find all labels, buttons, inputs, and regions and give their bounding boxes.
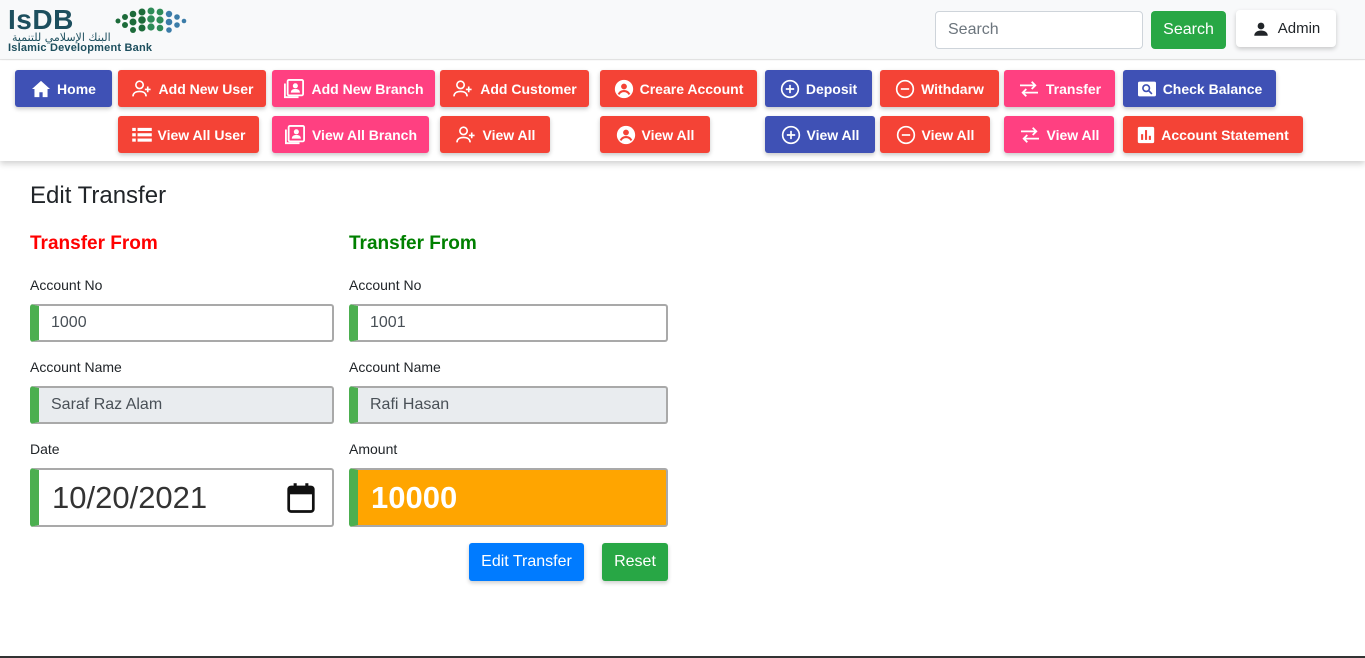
add-circle-icon [780,79,799,98]
admin-label: Admin [1277,20,1321,37]
transfer-to-heading: Transfer From [349,233,477,254]
bar-chart-icon [1138,126,1155,143]
view-all-deposit-button[interactable]: View All [765,116,875,153]
view-all-branch-button[interactable]: View All Branch [272,116,429,153]
add-new-user-button[interactable]: Add New User [118,70,266,107]
deposit-label: Deposit [805,80,858,97]
date-label: Date [30,441,60,457]
account-statement-label: Account Statement [1161,126,1289,143]
view-all-transfer-label: View All [1046,126,1100,143]
list-icon [131,127,152,142]
home-icon [32,80,51,97]
search-button[interactable]: Search [1151,11,1226,49]
amount-label: Amount [349,441,398,457]
from-account-name-field[interactable]: Saraf Raz Alam [30,386,334,424]
add-person-icon [453,79,472,96]
transfer-label: Transfer [1045,80,1102,97]
top-header: IsDB البنك الإسلامي للتنمية Islamic Deve… [0,0,1365,60]
add-person-icon [131,79,151,96]
calendar-icon[interactable] [286,482,316,514]
from-account-name-label: Account Name [30,359,122,375]
add-customer-label: Add Customer [480,80,577,97]
add-new-user-label: Add New User [158,80,254,97]
to-account-name-label: Account Name [349,359,441,375]
withdraw-button[interactable]: Withdarw [880,70,999,107]
add-new-branch-button[interactable]: Add New Branch [272,70,435,107]
view-all-account-button[interactable]: View All [600,116,710,153]
swap-arrows-icon [1020,126,1039,143]
from-account-no-label: Account No [30,277,103,293]
from-account-name-value: Saraf Raz Alam [51,396,163,413]
withdraw-label: Withdarw [921,80,984,97]
amount-value: 10000 [371,479,458,515]
check-balance-label: Check Balance [1162,80,1263,97]
to-account-no-value: 1001 [370,314,406,331]
main-navigation: Home Add New User Add New Branch Add Cus… [0,61,1365,161]
deposit-button[interactable]: Deposit [765,70,872,107]
image-search-icon [1137,81,1156,96]
view-all-user-button[interactable]: View All User [118,116,259,153]
add-person-icon [455,125,475,142]
logo-subtitle: Islamic Development Bank [8,42,153,54]
account-circle-icon [614,79,633,98]
check-balance-button[interactable]: Check Balance [1123,70,1276,107]
view-all-account-label: View All [641,126,695,143]
isdb-logo[interactable]: IsDB البنك الإسلامي للتنمية Islamic Deve… [8,5,198,55]
view-all-withdraw-label: View All [921,126,975,143]
add-new-branch-label: Add New Branch [311,80,424,97]
edit-transfer-button[interactable]: Edit Transfer [469,543,584,581]
create-account-label: Creare Account [639,80,744,97]
transfer-button[interactable]: Transfer [1004,70,1115,107]
admin-button[interactable]: Admin [1236,10,1336,47]
contacts-book-icon [284,78,305,98]
view-all-withdraw-button[interactable]: View All [880,116,990,153]
account-circle-icon [616,125,635,144]
to-account-name-value: Rafi Hasan [370,396,450,413]
from-account-no-value: 1000 [51,314,87,331]
search-input[interactable] [935,11,1143,49]
reset-button[interactable]: Reset [602,543,668,581]
from-account-no-field[interactable]: 1000 [30,304,334,342]
to-account-name-field[interactable]: Rafi Hasan [349,386,668,424]
view-all-deposit-label: View All [806,126,860,143]
home-button[interactable]: Home [15,70,112,107]
contacts-book-icon [284,124,305,144]
view-all-customer-button[interactable]: View All [440,116,550,153]
view-all-transfer-button[interactable]: View All [1004,116,1114,153]
date-value: 10/20/2021 [52,479,208,515]
view-all-customer-label: View All [482,126,536,143]
globe-icon [115,7,187,33]
page-title: Edit Transfer [30,182,167,209]
to-account-no-field[interactable]: 1001 [349,304,668,342]
add-circle-icon [781,125,800,144]
home-label: Home [57,80,96,97]
view-all-branch-label: View All Branch [311,126,418,143]
view-all-user-label: View All User [157,126,246,143]
add-customer-button[interactable]: Add Customer [440,70,589,107]
remove-circle-icon [896,125,915,144]
amount-field[interactable]: 10000 [349,468,668,527]
swap-arrows-icon [1019,80,1038,97]
remove-circle-icon [895,79,915,98]
to-account-no-label: Account No [349,277,422,293]
transfer-from-heading: Transfer From [30,233,158,254]
create-account-button[interactable]: Creare Account [600,70,757,107]
date-field[interactable]: 10/20/2021 [30,468,334,527]
user-icon [1253,22,1268,36]
account-statement-button[interactable]: Account Statement [1123,116,1303,153]
